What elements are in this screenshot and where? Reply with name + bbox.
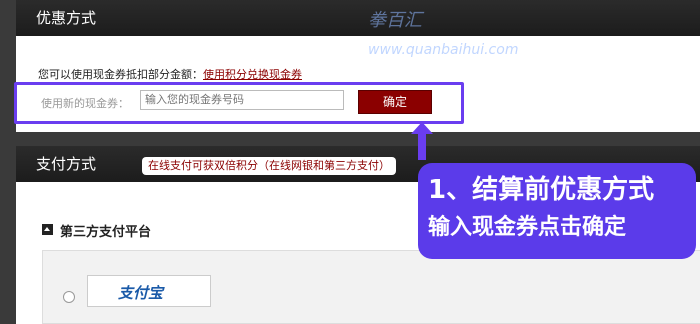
- up-arrow-icon: [411, 122, 433, 160]
- alipay-logo[interactable]: 支付宝: [87, 275, 211, 307]
- redeem-points-link[interactable]: 使用积分兑换现金券: [203, 68, 302, 81]
- alipay-label: 支付宝: [118, 284, 164, 302]
- alipay-radio[interactable]: [63, 291, 75, 303]
- annotation-callout: 1、结算前优惠方式 输入现金券点击确定: [418, 163, 696, 259]
- third-party-section-title: 第三方支付平台: [60, 225, 152, 240]
- payment-options-box: 支付宝: [42, 250, 700, 324]
- coupon-panel-header: 优惠方式 拳百汇: [16, 0, 700, 36]
- payment-panel-title: 支付方式: [36, 155, 97, 173]
- watermark-url: www.quanbaihui.com: [368, 42, 519, 58]
- collapse-icon[interactable]: [42, 224, 53, 235]
- annotation-line-1: 1、结算前优惠方式: [428, 175, 655, 205]
- highlight-box: [14, 82, 464, 124]
- annotation-line-2: 输入现金券点击确定: [428, 215, 627, 240]
- coupon-panel-title: 优惠方式: [36, 9, 97, 27]
- coupon-hint-text: 您可以使用现金券抵扣部分金额：: [38, 68, 203, 81]
- watermark-logo: 拳百汇: [368, 10, 422, 31]
- double-points-tag: 在线支付可获双倍积分（在线网银和第三方支付）: [142, 157, 396, 175]
- coupon-hint: 您可以使用现金券抵扣部分金额：使用积分兑换现金券: [38, 66, 302, 82]
